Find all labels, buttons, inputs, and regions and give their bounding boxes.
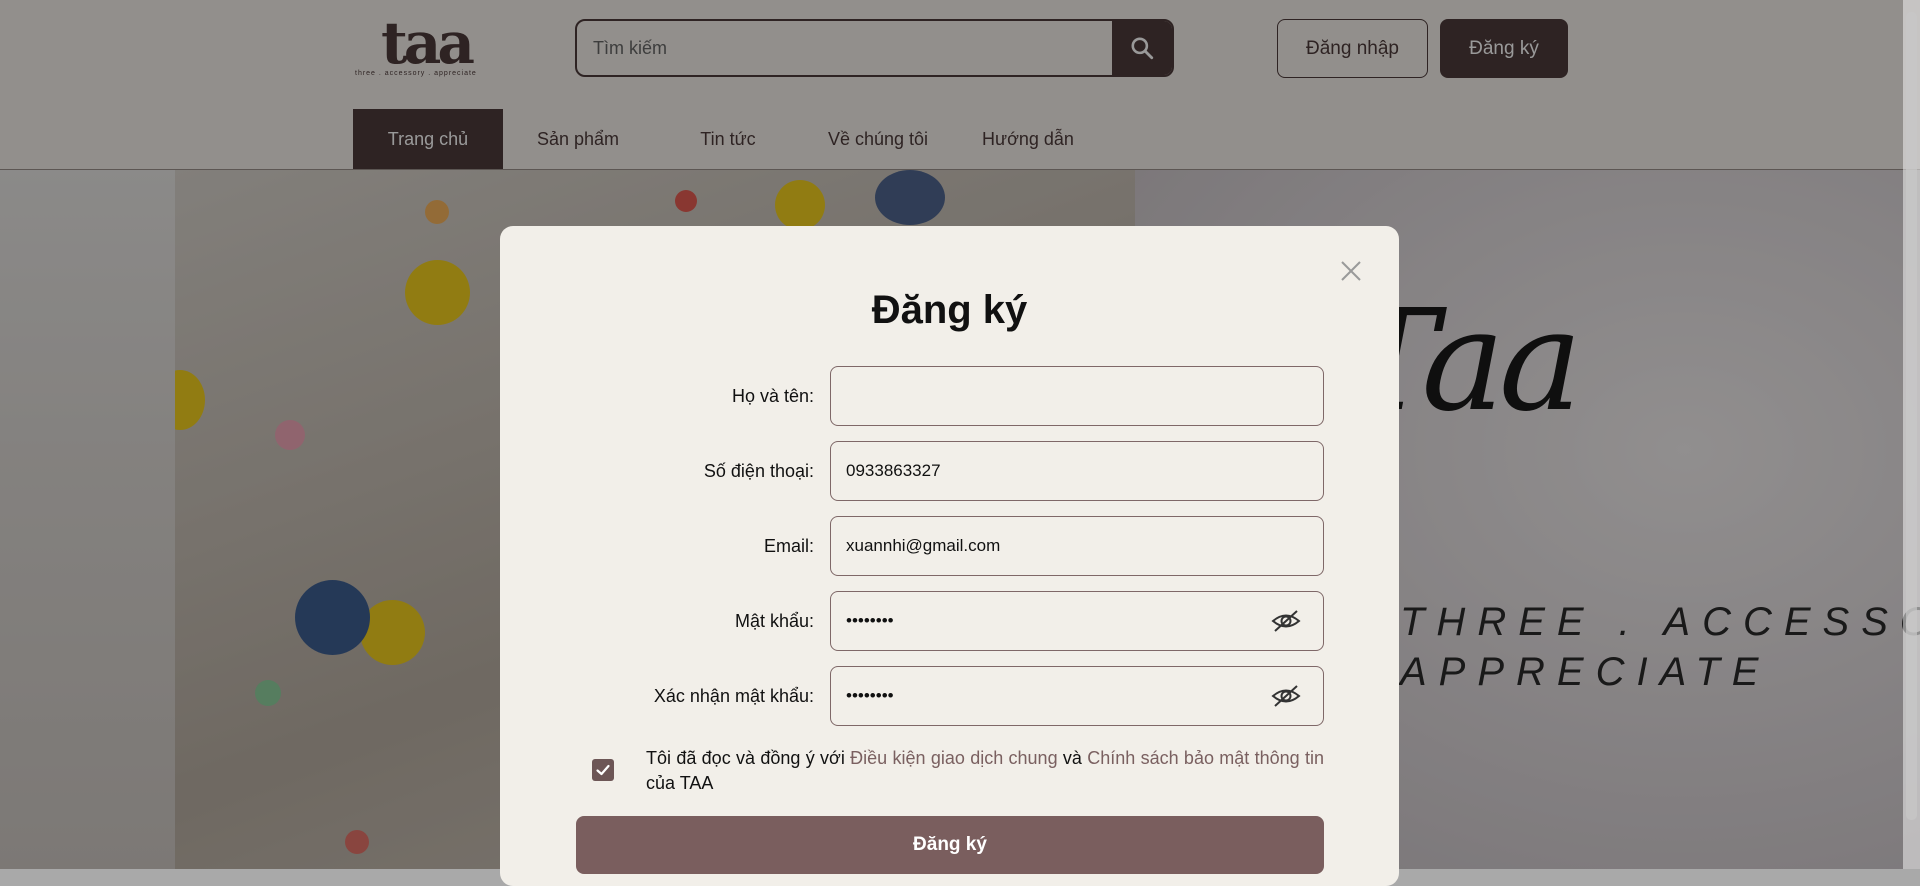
agree-checkbox[interactable]: [592, 759, 614, 781]
agree-and: và: [1057, 748, 1088, 768]
agree-text: Tôi đã đọc và đồng ý với Điều kiện giao …: [646, 746, 1324, 796]
modal-title: Đăng ký: [871, 288, 1028, 332]
register-modal: Đăng ký Họ và tên: Số điện thoại: Email:…: [500, 226, 1399, 886]
eye-off-icon: [1271, 610, 1301, 632]
password-field[interactable]: [830, 591, 1324, 651]
agree-suffix: của TAA: [646, 773, 714, 793]
agree-prefix: Tôi đã đọc và đồng ý với: [646, 748, 851, 768]
page-scrollbar[interactable]: [1903, 0, 1920, 869]
phone-field[interactable]: [830, 441, 1324, 501]
confirm-password-label: Xác nhận mật khẩu:: [653, 686, 814, 706]
check-icon: [596, 764, 610, 776]
password-toggle[interactable]: [1270, 609, 1302, 633]
close-button[interactable]: [1338, 258, 1364, 284]
eye-off-icon: [1271, 685, 1301, 707]
terms-link[interactable]: Điều kiện giao dịch chung: [850, 748, 1057, 768]
phone-label: Số điện thoại:: [703, 461, 814, 481]
privacy-link[interactable]: Chính sách bảo mật thông tin: [1087, 748, 1324, 768]
email-field[interactable]: [830, 516, 1324, 576]
confirm-password-field[interactable]: [830, 666, 1324, 726]
scrollbar-thumb[interactable]: [1906, 12, 1917, 820]
submit-register-button[interactable]: Đăng ký: [576, 816, 1324, 874]
email-label: Email:: [763, 536, 814, 556]
fullname-label: Họ và tên:: [731, 386, 814, 406]
confirm-password-toggle[interactable]: [1270, 684, 1302, 708]
password-label: Mật khẩu:: [734, 611, 814, 631]
fullname-field[interactable]: [830, 366, 1324, 426]
close-icon: [1341, 261, 1361, 281]
